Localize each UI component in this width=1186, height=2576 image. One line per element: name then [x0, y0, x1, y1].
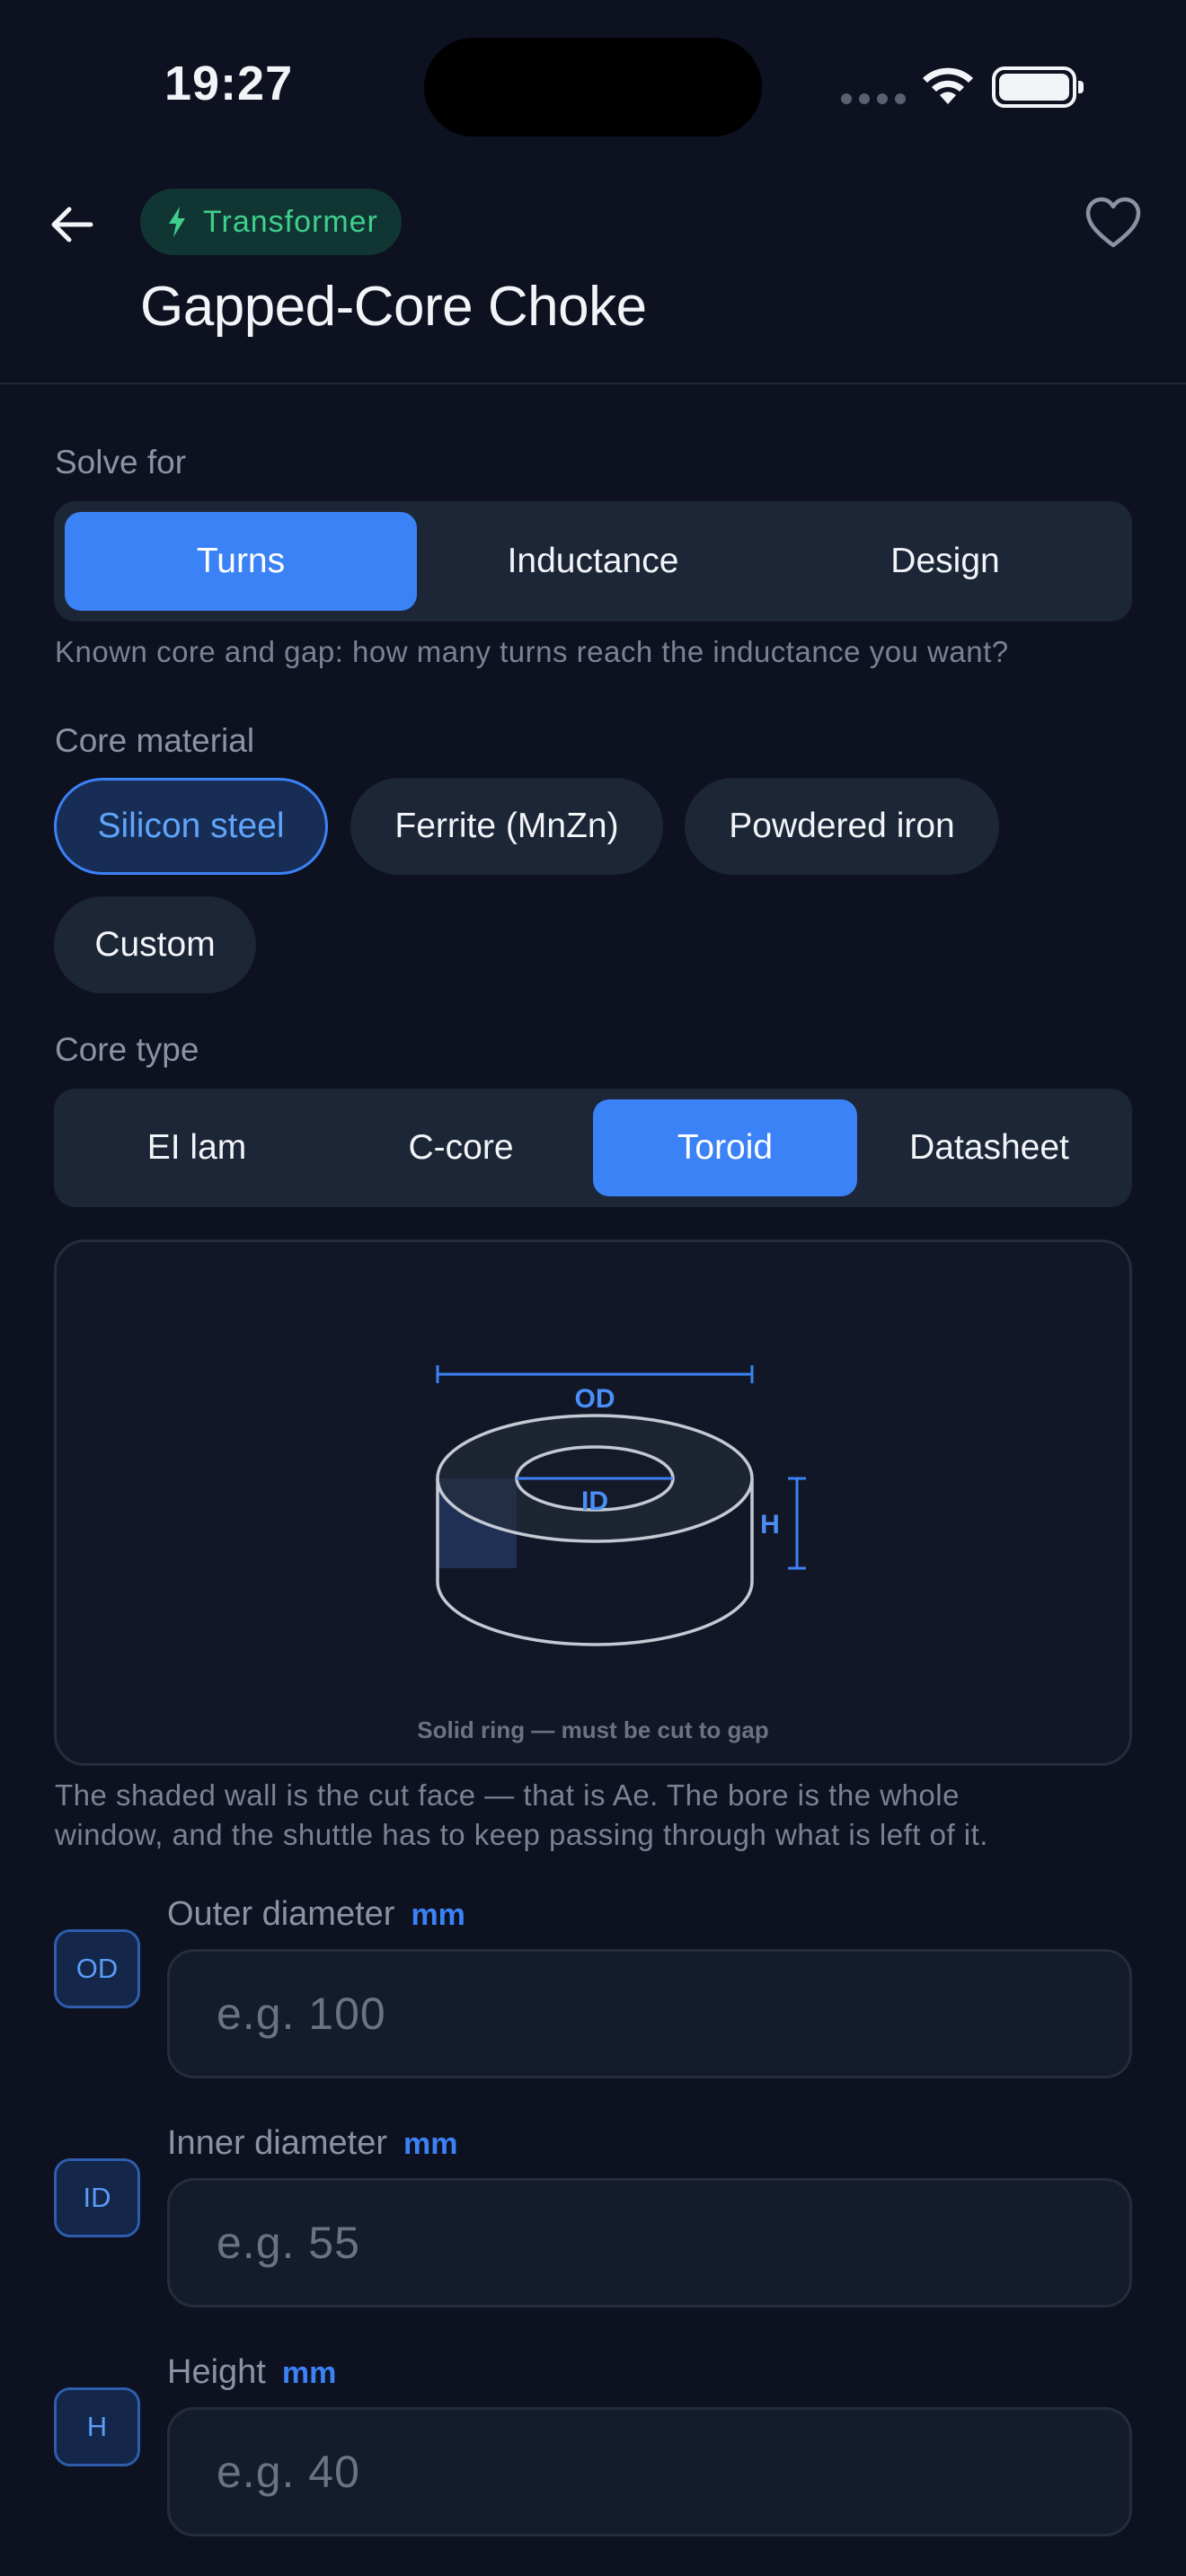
field-unit: mm [403, 2127, 458, 2161]
inner-diameter-field: ID Inner diameter mm [54, 2124, 1132, 2331]
toroid-diagram-card: OD ID H Solid ring — must be cut to gap [54, 1239, 1132, 1766]
lightning-bolt-icon [169, 207, 185, 237]
field-unit: mm [411, 1898, 465, 1932]
id-badge: ID [54, 2158, 140, 2237]
od-badge: OD [54, 1929, 140, 2008]
app-screen: 19:27 Transformer Gapped-Core Choke Solv… [0, 0, 1186, 2576]
category-badge: Transformer [140, 189, 402, 255]
category-label: Transformer [203, 204, 378, 239]
back-button[interactable] [45, 198, 99, 251]
height-label: Height mm [167, 2353, 336, 2392]
height-field: H Height mm [54, 2353, 1132, 2560]
material-chip-powdered-iron[interactable]: Powdered iron [685, 778, 999, 875]
core-material-chips: Silicon steel Ferrite (MnZn) Powdered ir… [54, 778, 1132, 993]
solve-for-hint: Known core and gap: how many turns reach… [55, 635, 1009, 668]
material-chip-custom[interactable]: Custom [54, 896, 256, 993]
solve-for-segmented-control: Turns Inductance Design [54, 501, 1132, 622]
arrow-left-icon [51, 207, 93, 243]
id-label: ID [581, 1486, 608, 1516]
status-time: 19:27 [164, 57, 294, 110]
outer-diameter-field: OD Outer diameter mm [54, 1895, 1132, 2102]
diagram-description-line-1: The shaded wall is the cut face — that i… [55, 1778, 960, 1812]
core-material-label: Core material [55, 722, 255, 759]
solve-for-design[interactable]: Design [769, 512, 1121, 611]
favorite-button[interactable] [1084, 196, 1143, 250]
wifi-icon [923, 67, 973, 104]
field-unit: mm [281, 2356, 337, 2390]
h-label: H [760, 1510, 780, 1539]
core-type-segmented-control: EI lam C-core Toroid Datasheet [54, 1089, 1132, 1207]
field-label-text: Height [167, 2353, 266, 2391]
cellular-signal-icon [841, 93, 906, 104]
height-input[interactable] [167, 2407, 1132, 2536]
solve-for-label: Solve for [55, 444, 187, 481]
field-label-text: Outer diameter [167, 1895, 395, 1933]
status-bar: 19:27 [0, 0, 1186, 171]
diagram-caption: Solid ring — must be cut to gap [417, 1716, 769, 1743]
diagram-description-line-2: window, and the shuttle has to keep pass… [55, 1818, 988, 1851]
od-label: OD [575, 1384, 615, 1414]
inner-diameter-label: Inner diameter mm [167, 2124, 457, 2163]
solve-for-turns[interactable]: Turns [65, 512, 417, 611]
h-badge: H [54, 2387, 140, 2466]
outer-diameter-label: Outer diameter mm [167, 1895, 465, 1934]
dynamic-island [424, 38, 762, 137]
header-divider [0, 383, 1186, 384]
core-type-ei-lam[interactable]: EI lam [65, 1099, 329, 1196]
outer-diameter-input[interactable] [167, 1949, 1132, 2078]
core-type-label: Core type [55, 1031, 199, 1068]
material-chip-ferrite[interactable]: Ferrite (MnZn) [350, 778, 663, 875]
solve-for-inductance[interactable]: Inductance [417, 512, 769, 611]
battery-icon [992, 66, 1084, 108]
page-title: Gapped-Core Choke [140, 276, 647, 338]
field-label-text: Inner diameter [167, 2124, 388, 2162]
core-type-toroid[interactable]: Toroid [593, 1099, 857, 1196]
toroid-diagram: OD ID H [436, 1365, 806, 1646]
core-type-datasheet[interactable]: Datasheet [857, 1099, 1121, 1196]
core-type-c-core[interactable]: C-core [329, 1099, 593, 1196]
inner-diameter-input[interactable] [167, 2178, 1132, 2307]
heart-icon [1085, 197, 1141, 248]
material-chip-silicon-steel[interactable]: Silicon steel [54, 778, 328, 875]
